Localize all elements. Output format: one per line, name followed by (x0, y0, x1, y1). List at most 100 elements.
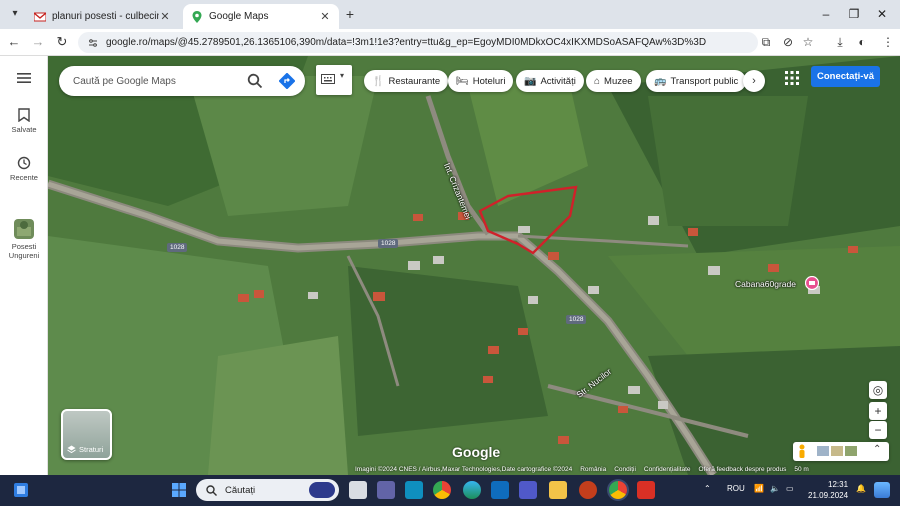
wifi-icon[interactable]: 📶 (754, 484, 764, 493)
download-icon[interactable]: ⤓ (832, 34, 848, 50)
place-thumbnail-icon (14, 219, 34, 239)
site-info-icon[interactable] (88, 38, 98, 48)
my-location-icon[interactable]: ◎ (869, 381, 887, 399)
hotel-pin-icon[interactable] (805, 276, 819, 290)
install-app-icon[interactable]: ⧉ (758, 34, 774, 50)
chip-label: Restaurante (388, 75, 441, 87)
history-icon (17, 156, 31, 170)
restore-icon[interactable]: ❐ (846, 6, 862, 22)
forward-icon[interactable]: → (30, 34, 46, 50)
window-close-icon[interactable]: ✕ (874, 6, 890, 22)
notifications-icon[interactable]: 🔔 (856, 484, 866, 493)
chevron-right-icon[interactable]: › (743, 70, 765, 92)
tab-title: Google Maps (209, 11, 269, 22)
place-label[interactable]: Cabana60grade (735, 279, 796, 289)
back-icon[interactable]: ← (6, 34, 22, 50)
attribution-country[interactable]: România (580, 466, 606, 473)
sign-in-button[interactable]: Conectați-vă (811, 66, 880, 87)
left-rail: Salvate Recente Posesti Ungureni (0, 56, 48, 475)
task-view-icon[interactable] (349, 481, 367, 499)
street-view-bar[interactable]: ⌃ (793, 442, 889, 461)
pegman-icon[interactable] (797, 444, 807, 459)
tab-gmail[interactable]: planuri posesti - culbecimihai7... ✕ (26, 4, 179, 29)
chevron-up-icon[interactable]: ⌃ (704, 484, 711, 493)
tab-search-icon[interactable]: ▾ (6, 5, 24, 23)
reload-icon[interactable]: ↻ (54, 34, 70, 50)
windows-taskbar: Căutați ⌃ ROU 📶 🔈 ▭ 12:31 21.09.2024 🔔 (0, 475, 900, 506)
chip-museums[interactable]: ⌂ Muzee (586, 70, 641, 92)
chrome-active-icon[interactable] (609, 481, 627, 499)
hide-icon[interactable]: ⊘ (780, 34, 796, 50)
powerpoint-icon[interactable] (579, 481, 597, 499)
rail-item-saved[interactable]: Salvate (0, 108, 48, 134)
url-text: google.ro/maps/@45.2789501,26.1365106,39… (106, 37, 707, 48)
app-icon[interactable] (405, 481, 423, 499)
scale-label[interactable]: 50 m (794, 466, 808, 473)
expand-icon[interactable]: ⌃ (873, 444, 881, 455)
rail-item-recent[interactable]: Recente (0, 156, 48, 182)
map-search-box[interactable] (59, 66, 305, 96)
attribution-terms[interactable]: Condiții (614, 466, 636, 473)
attribution-privacy[interactable]: Confidențialitate (644, 466, 691, 473)
apps-grid-icon[interactable] (784, 70, 800, 86)
weather-icon[interactable] (874, 482, 890, 498)
new-tab-icon[interactable]: + (342, 6, 358, 22)
chip-restaurants[interactable]: 🍴 Restaurante (364, 70, 449, 92)
minimize-icon[interactable]: – (818, 6, 834, 22)
museum-icon: ⌂ (594, 75, 601, 87)
imagery-thumb[interactable] (845, 446, 857, 456)
windows-start-icon[interactable] (172, 483, 186, 497)
rail-item-place[interactable]: Posesti Ungureni (0, 219, 48, 260)
edge-icon[interactable] (463, 481, 481, 499)
map-canvas[interactable]: 1028 1028 1028 Int. Crizantemei Str. Nuc… (48, 56, 900, 475)
chrome-icon[interactable] (433, 481, 451, 499)
taskbar-search[interactable]: Căutați (196, 479, 339, 501)
chip-transit[interactable]: 🚌 Transport public (646, 70, 747, 92)
teams-icon[interactable] (377, 481, 395, 499)
language-indicator[interactable]: ROU (727, 484, 745, 493)
zoom-out-button[interactable]: − (869, 421, 887, 439)
teams-work-icon[interactable] (519, 481, 537, 499)
battery-icon[interactable]: ▭ (786, 484, 794, 493)
close-icon[interactable]: ✕ (319, 10, 331, 23)
attribution-imagery: Imagini ©2024 CNES / Airbus,Maxar Techno… (355, 466, 573, 473)
imagery-thumb[interactable] (831, 446, 843, 456)
chevron-down-icon[interactable]: ▾ (340, 71, 344, 80)
layers-label-row: Straturi (67, 445, 103, 454)
tab-google-maps[interactable]: Google Maps ✕ (183, 4, 339, 29)
attribution-feedback[interactable]: Oferă feedback despre produs (699, 466, 787, 473)
taskbar-search-label: Căutați (225, 484, 256, 496)
hamburger-icon (17, 73, 31, 83)
menu-dots-icon[interactable]: ⋮ (880, 34, 896, 50)
layers-label: Straturi (79, 445, 104, 454)
address-bar-row: ← → ↻ google.ro/maps/@45.2789501,26.1365… (0, 29, 900, 56)
directions-icon[interactable] (279, 73, 295, 89)
extension-icon[interactable]: ◐ (854, 34, 870, 50)
input-tools-button[interactable]: ▾ (316, 65, 352, 95)
taskbar-clock[interactable]: 12:31 21.09.2024 (808, 479, 848, 501)
copilot-icon[interactable] (309, 482, 335, 498)
bookmark-star-icon[interactable]: ☆ (800, 34, 816, 50)
search-input[interactable] (73, 75, 241, 87)
chip-hotels[interactable]: 🛏 Hoteluri (448, 70, 514, 92)
address-bar[interactable]: google.ro/maps/@45.2789501,26.1365106,39… (78, 32, 758, 53)
road-shield: 1028 (378, 239, 399, 248)
search-icon[interactable] (247, 73, 263, 89)
layers-button[interactable]: Straturi (61, 409, 112, 460)
outlook-icon[interactable] (491, 481, 509, 499)
widgets-icon[interactable] (14, 483, 28, 497)
volume-icon[interactable]: 🔈 (770, 484, 780, 493)
tab-title: planuri posesti - culbecimihai7... (52, 11, 159, 22)
rail-item-label: Recente (10, 173, 38, 182)
rail-item-label: Salvate (11, 125, 37, 134)
imagery-thumb[interactable] (817, 446, 829, 456)
menu-button[interactable] (0, 72, 48, 87)
clock-time: 12:31 (828, 480, 849, 489)
zoom-in-button[interactable]: + (869, 402, 887, 420)
close-icon[interactable]: ✕ (159, 10, 171, 23)
rail-item-label: Posesti Ungureni (8, 242, 40, 260)
chip-label: Transport public (670, 75, 739, 87)
acrobat-icon[interactable] (637, 481, 655, 499)
file-explorer-icon[interactable] (549, 481, 567, 499)
chip-activities[interactable]: 📷 Activități (516, 70, 584, 92)
